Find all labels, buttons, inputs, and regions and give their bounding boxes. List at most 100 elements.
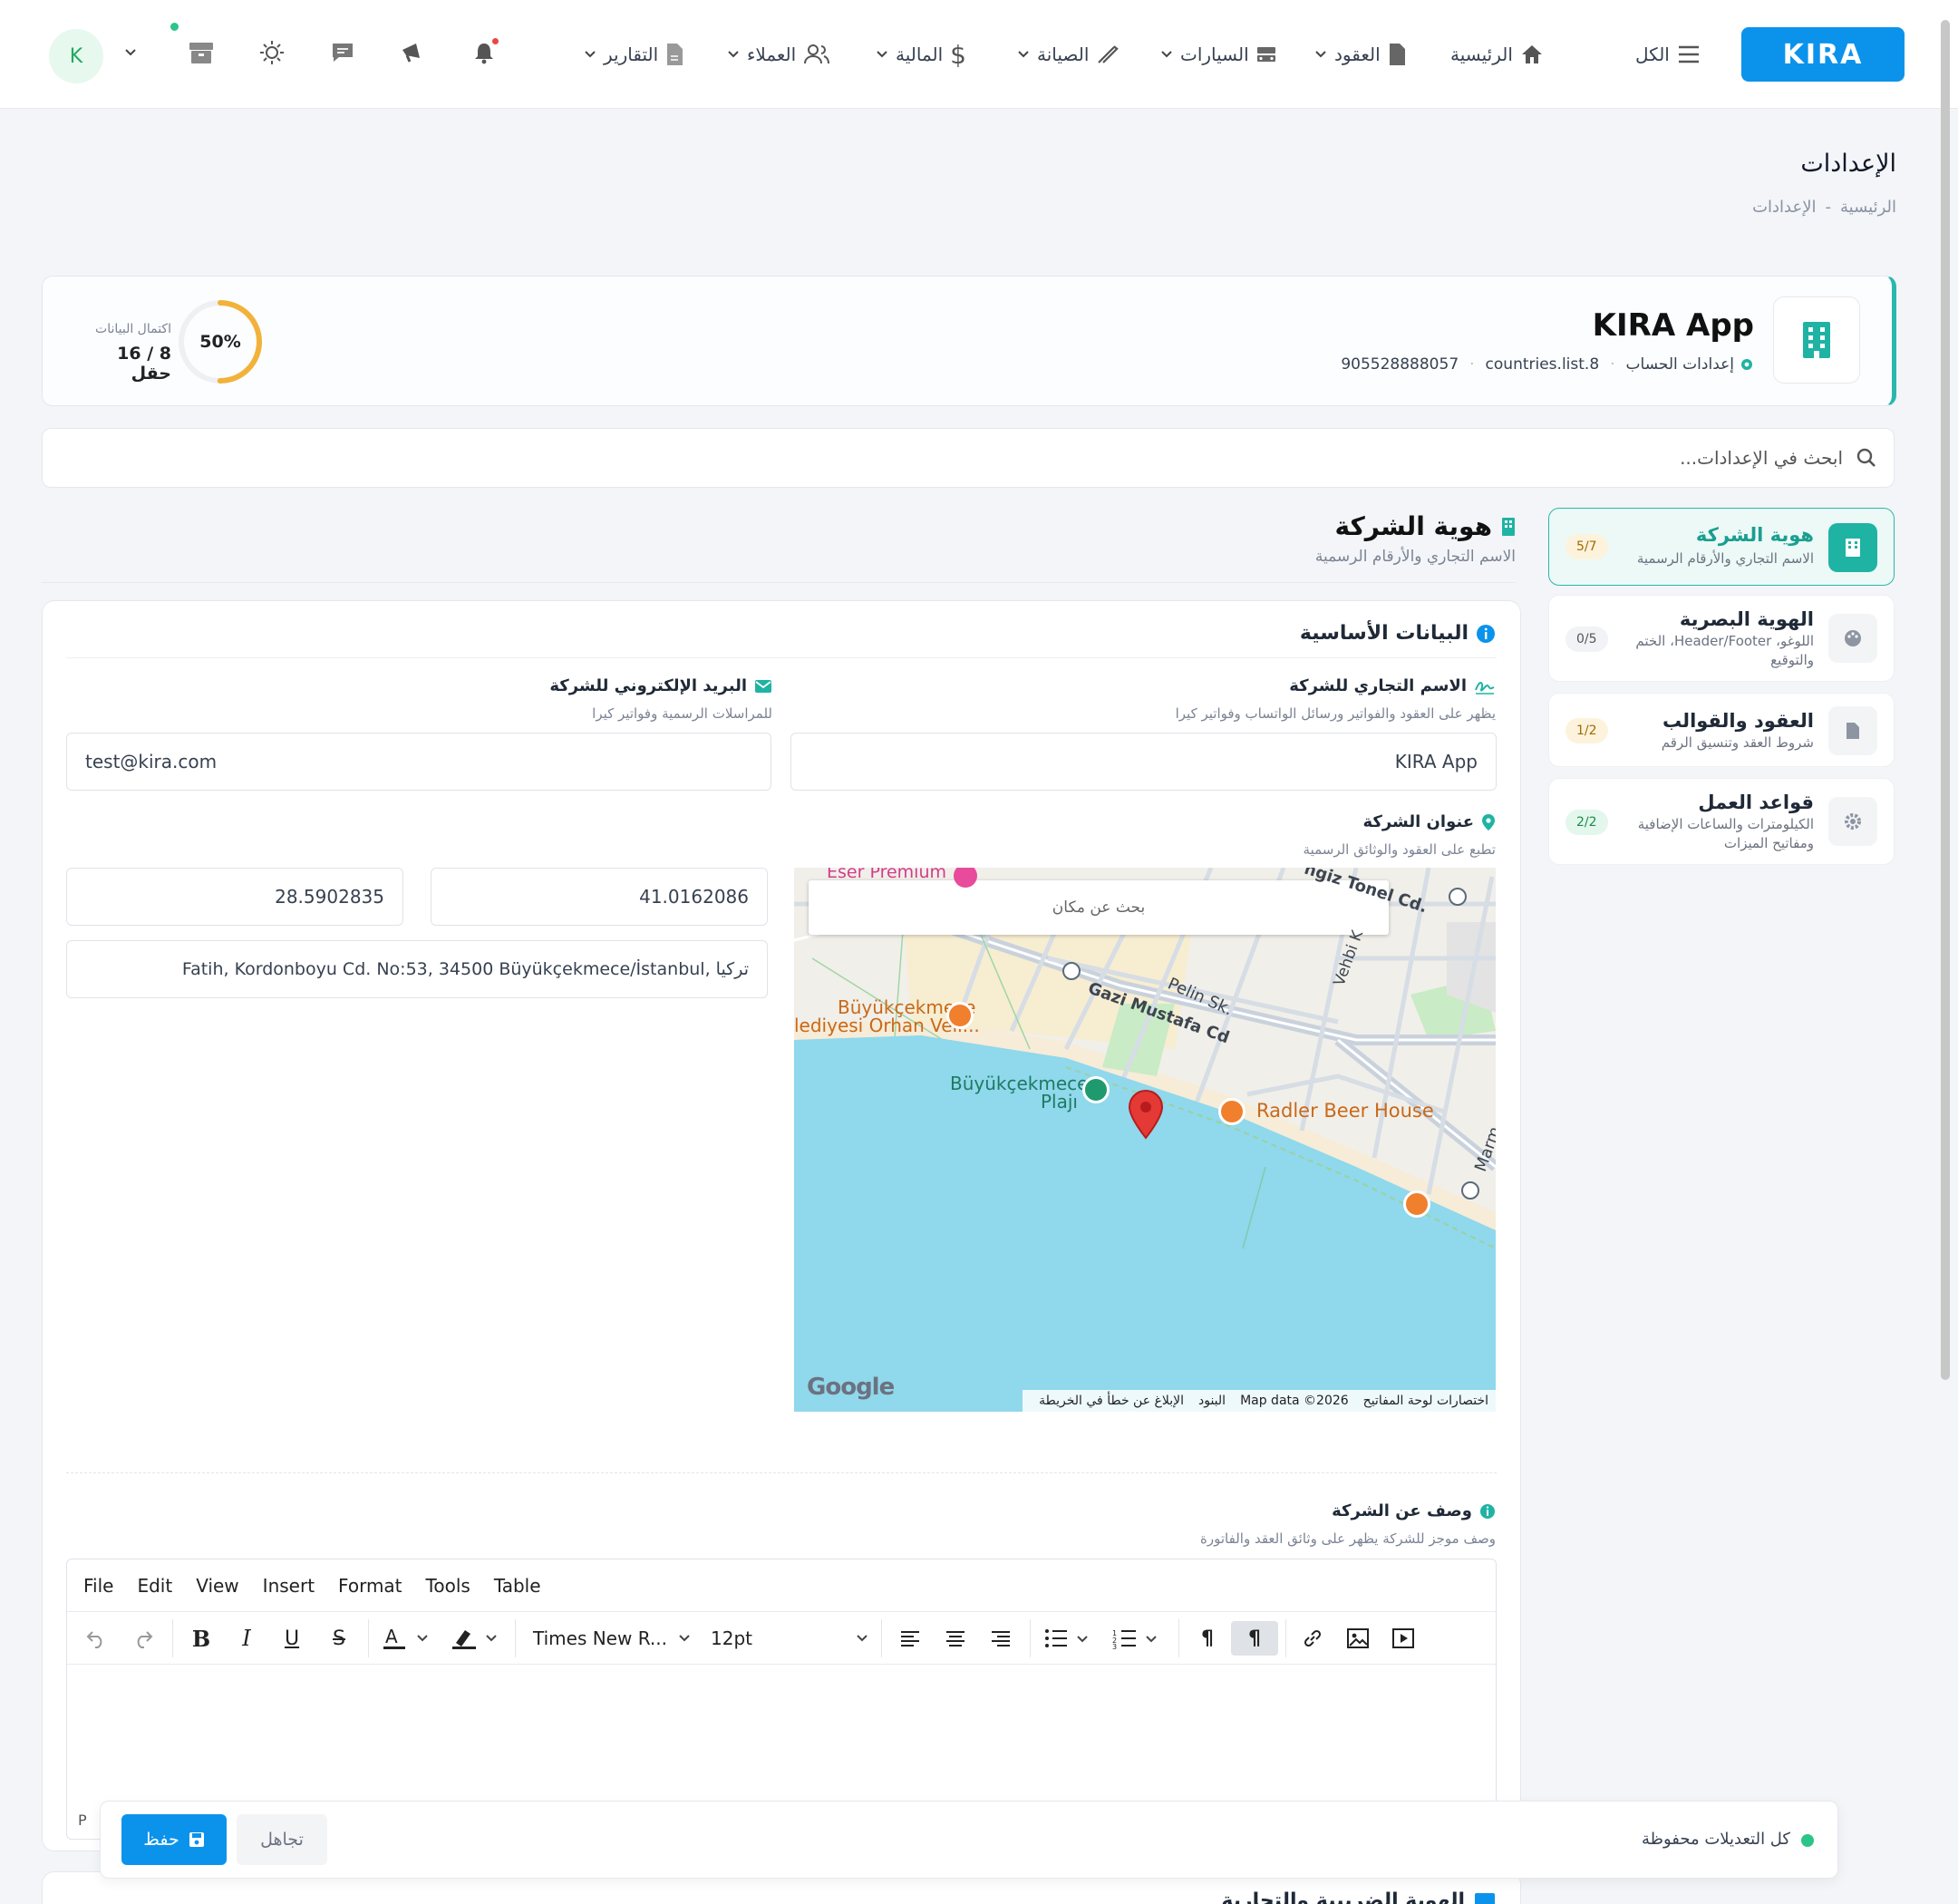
map-canvas[interactable] (794, 868, 1496, 1412)
address-input[interactable]: Fatih, Kordonboyu Cd. No:53, 34500 Büyük… (66, 940, 768, 998)
saved-status-text: كل التعديلات محفوظة (1641, 1830, 1790, 1849)
bus-stop-icon[interactable] (1461, 1181, 1479, 1200)
rtl-direction-icon[interactable]: ¶ (1231, 1621, 1278, 1656)
media-icon[interactable] (1385, 1621, 1421, 1656)
location-pin-icon[interactable] (1128, 1089, 1164, 1140)
rich-text-editor: File Edit View Insert Format Tools Table… (66, 1559, 1497, 1840)
beach-marker-icon[interactable] (1082, 1076, 1110, 1103)
ignore-button[interactable]: تجاهل (237, 1814, 327, 1865)
sidebar-item-company-identity[interactable]: هوية الشركة الاسم التجاري والأرقام الرسم… (1548, 508, 1895, 586)
nav-maintenance[interactable]: الصيانة (1017, 36, 1120, 73)
announcements-button[interactable] (397, 36, 430, 69)
bus-stop-icon[interactable] (1062, 962, 1081, 980)
align-center-icon[interactable] (937, 1621, 974, 1656)
ignore-button-label: تجاهل (260, 1830, 304, 1850)
bold-icon[interactable]: B (183, 1621, 219, 1656)
email-field[interactable]: test@kira.com (66, 733, 771, 791)
editor-content-area[interactable] (67, 1665, 1496, 1810)
text-color-icon[interactable]: A (377, 1621, 441, 1656)
ltr-direction-icon[interactable]: ¶ (1189, 1621, 1226, 1656)
chat-icon (330, 41, 355, 64)
latitude-input[interactable]: 41.0162086 (431, 868, 768, 926)
align-left-icon[interactable] (892, 1621, 928, 1656)
chevron-down-icon (1314, 48, 1327, 61)
font-size-select[interactable]: 12pt (703, 1621, 876, 1656)
menu-format[interactable]: Format (338, 1575, 402, 1597)
menu-file[interactable]: File (83, 1575, 113, 1597)
map-label: Radler Beer House (1256, 1100, 1434, 1122)
saved-status-dot (1801, 1834, 1814, 1847)
settings-search-input[interactable]: ابحث في الإعدادات... (42, 428, 1895, 488)
nav-all-menu[interactable]: الكل (1635, 36, 1701, 73)
trade-name-hint: يظهر على العقود والفواتير ورسائل الواتسا… (1175, 705, 1496, 722)
map-label: Plajı (1041, 1091, 1078, 1112)
building-icon (1501, 517, 1516, 537)
kira-logo[interactable]: KIRA (1741, 27, 1905, 82)
editor-menubar: File Edit View Insert Format Tools Table (67, 1559, 1496, 1612)
nav-customers[interactable]: العملاء (727, 36, 830, 73)
section-title: هوية الشركة (1334, 511, 1493, 541)
nav-finance[interactable]: $ المالية (876, 36, 966, 73)
notifications-button[interactable] (468, 36, 500, 69)
editor-toolbar: B I U S A Times New R... 12pt 123 ¶ ¶ (67, 1612, 1496, 1665)
menu-table[interactable]: Table (494, 1575, 541, 1597)
sidebar-item-badge: 5/7 (1565, 534, 1608, 559)
font-size-value: 12pt (711, 1627, 752, 1649)
messages-button[interactable] (326, 36, 359, 69)
menu-tools[interactable]: Tools (426, 1575, 470, 1597)
italic-icon[interactable]: I (228, 1621, 265, 1656)
menu-view[interactable]: View (196, 1575, 238, 1597)
link-icon[interactable] (1294, 1621, 1331, 1656)
location-map[interactable]: بحث عن مكان Eser Premium Gazi Mustafa Cd… (794, 868, 1496, 1412)
bus-stop-icon[interactable] (1449, 888, 1467, 906)
nav-home[interactable]: الرئيسية (1450, 36, 1544, 73)
cafe-marker-icon[interactable] (1403, 1190, 1430, 1218)
address-label-text: عنوان الشركة (1362, 812, 1474, 831)
sidebar-item-business-rules[interactable]: قواعد العمل الكيلومترات والساعات الإضافي… (1548, 778, 1895, 865)
page-title: الإعدادات (1800, 150, 1896, 178)
page-scrollbar[interactable] (1941, 20, 1950, 1380)
redo-icon[interactable] (125, 1621, 161, 1656)
trade-name-input[interactable]: KIRA App (790, 733, 1497, 791)
sidebar-item-visual-identity[interactable]: الهوية البصرية اللوغو، Header/Footer، ال… (1548, 595, 1895, 682)
top-navbar: KIRA الكل الرئيسية العقود السيارات الصيا… (0, 0, 1958, 109)
divider (42, 582, 1516, 583)
nav-reports[interactable]: التقارير (584, 36, 683, 73)
address-label: عنوان الشركة (1362, 812, 1496, 831)
menu-edit[interactable]: Edit (137, 1575, 172, 1597)
bullet-list-icon[interactable] (1039, 1621, 1102, 1656)
align-right-icon[interactable] (983, 1621, 1019, 1656)
location-pin-icon (1481, 813, 1496, 831)
theme-toggle-button[interactable] (256, 36, 288, 69)
section-header: هوية الشركة (1335, 511, 1517, 541)
map-search-placeholder: بحث عن مكان (1052, 899, 1146, 917)
next-section-header: الهوية الضريبية والتجارية (1221, 1889, 1496, 1904)
nav-cars[interactable]: السيارات (1160, 36, 1276, 73)
highlight-color-icon[interactable] (446, 1621, 509, 1656)
avatar[interactable]: K (49, 29, 103, 83)
sidebar-item-contracts-templates[interactable]: العقود والقوالب شروط العقد وتنسيق الرقم … (1548, 693, 1895, 767)
longitude-input[interactable]: 28.5902835 (66, 868, 403, 926)
map-report-error[interactable]: الإبلاغ عن خطأ في الخريطة (1039, 1394, 1184, 1408)
font-family-select[interactable]: Times New R... (526, 1621, 698, 1656)
map-keyboard-shortcuts[interactable]: اختصارات لوحة المفاتيح (1363, 1394, 1488, 1408)
strikethrough-icon[interactable]: S (321, 1621, 357, 1656)
description-label: وصف عن الشركة (1332, 1501, 1496, 1520)
toolbar-separator (1178, 1619, 1179, 1657)
save-button[interactable]: حفظ (121, 1814, 227, 1865)
undo-icon[interactable] (78, 1621, 114, 1656)
user-menu-chevron[interactable] (114, 36, 147, 69)
cafe-marker-icon[interactable] (946, 1002, 974, 1029)
underline-icon[interactable]: U (274, 1621, 310, 1656)
numbered-list-icon[interactable]: 123 (1108, 1621, 1171, 1656)
bar-marker-icon[interactable] (1218, 1098, 1246, 1125)
map-search-input[interactable]: بحث عن مكان (809, 880, 1389, 935)
menu-insert[interactable]: Insert (263, 1575, 315, 1597)
breadcrumb-home[interactable]: الرئيسية (1840, 198, 1896, 217)
map-terms[interactable]: البنود (1198, 1394, 1226, 1408)
nav-contracts[interactable]: العقود (1314, 36, 1406, 73)
account-settings-link[interactable]: إعدادات الحساب (1626, 355, 1754, 374)
image-icon[interactable] (1340, 1621, 1376, 1656)
packages-button[interactable] (185, 36, 218, 69)
sidebar-item-subtitle: الاسم التجاري والأرقام الرسمية (1636, 550, 1814, 567)
